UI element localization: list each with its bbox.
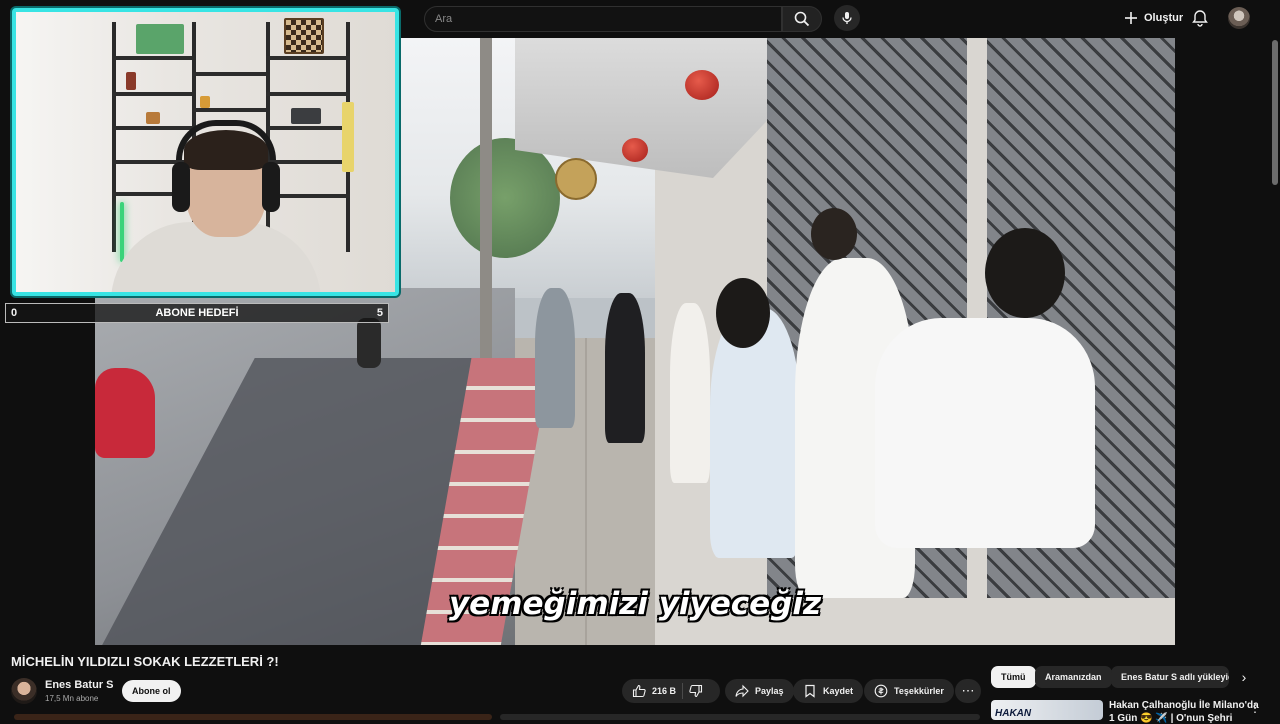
search-button[interactable] <box>782 6 822 32</box>
video-person <box>605 293 645 443</box>
bookmark-icon <box>805 684 815 698</box>
thumbs-down-icon <box>689 684 703 698</box>
video-person-head <box>811 208 857 260</box>
figurine <box>126 72 136 90</box>
share-button[interactable]: Paylaş <box>725 679 794 703</box>
channel-name[interactable]: Enes Batur S <box>45 679 113 691</box>
recommendation-thumbnail[interactable]: HAKAN <box>991 700 1103 720</box>
subscribe-label: Abone ol <box>132 686 171 696</box>
video-lantern <box>685 70 719 100</box>
chessboard <box>284 18 324 54</box>
speaker <box>291 108 321 124</box>
description-strip <box>500 714 980 720</box>
dislike-button[interactable] <box>689 684 703 698</box>
figurine <box>200 96 210 108</box>
shelf <box>192 72 266 76</box>
more-horizontal-icon: ⋯ <box>961 683 975 698</box>
account-avatar[interactable] <box>1228 7 1250 29</box>
led-strip <box>120 202 124 262</box>
yellow-cloth <box>342 102 354 172</box>
video-scooter <box>95 368 155 458</box>
super-thanks-icon <box>874 684 888 698</box>
notifications-button[interactable] <box>1190 8 1210 28</box>
video-person-head <box>985 228 1065 318</box>
webcam-overlay <box>12 8 399 296</box>
shelf <box>266 126 350 130</box>
comment-area-strip <box>14 714 492 720</box>
video-person <box>670 303 710 483</box>
shelf <box>112 56 192 60</box>
like-count: 216 B <box>652 686 677 696</box>
bell-icon <box>1192 10 1208 27</box>
shelf <box>192 108 266 112</box>
create-label: Oluştur <box>1144 12 1184 24</box>
chip-label: Aramanızdan <box>1045 672 1102 682</box>
chip-label: Enes Batur S adlı yükleyici <box>1121 672 1229 682</box>
video-person <box>535 288 575 428</box>
chips-next-button[interactable]: › <box>1233 666 1255 688</box>
headphone-cup-right <box>262 162 280 212</box>
search-icon <box>794 11 810 27</box>
figurine <box>146 112 160 124</box>
plus-icon <box>1125 12 1137 24</box>
shelf <box>112 126 192 130</box>
chip-from-uploader[interactable]: Enes Batur S adlı yükleyici <box>1111 666 1229 688</box>
chevron-right-icon: › <box>1241 669 1247 685</box>
video-motorbike <box>357 318 381 368</box>
more-actions-button[interactable]: ⋯ <box>955 679 981 703</box>
like-button[interactable]: 216 B <box>632 684 676 698</box>
video-tree <box>450 138 560 258</box>
recommendation-title-line2[interactable]: 1 Gün 😎 ✈️ | O'nun Şehri <box>1109 713 1232 724</box>
page-scrollbar-thumb[interactable] <box>1272 40 1278 185</box>
sub-goal-label: ABONE HEDEFİ <box>155 307 239 319</box>
microphone-icon <box>842 12 852 24</box>
video-person-head <box>716 278 770 348</box>
voice-search-button[interactable] <box>834 5 860 31</box>
video-title: MİCHELİN YILDIZLI SOKAK LEZZETLERİ ?! <box>11 654 279 669</box>
shelf <box>266 160 350 164</box>
chip-label: Tümü <box>1001 672 1026 682</box>
save-label: Kaydet <box>823 686 854 696</box>
shelf <box>266 56 350 60</box>
thumbnail-text: HAKAN <box>995 708 1032 719</box>
thanks-button[interactable]: Teşekkürler <box>864 679 954 703</box>
recommendation-title[interactable]: Hakan Çalhanoğlu İle Milano'da <box>1109 700 1259 711</box>
channel-subscriber-count: 17,5 Mn abone <box>45 694 99 703</box>
video-pole <box>480 38 492 358</box>
search-placeholder: Ara <box>435 13 453 25</box>
recommendation-menu-icon[interactable]: ⋮ <box>1249 701 1261 715</box>
shelf <box>266 92 350 96</box>
board-game-box <box>136 24 184 54</box>
create-button[interactable]: Oluştur <box>1116 5 1191 31</box>
video-person <box>875 318 1095 548</box>
shelf <box>112 92 192 96</box>
subscriber-goal-bar: 0 ABONE HEDEFİ 5 <box>5 303 389 323</box>
search-input[interactable]: Ara <box>424 6 782 32</box>
video-round-sign <box>555 158 597 200</box>
like-dislike-group: 216 B <box>622 679 720 703</box>
share-label: Paylaş <box>755 686 784 696</box>
video-person <box>710 308 800 558</box>
save-button[interactable]: Kaydet <box>793 679 864 703</box>
video-lantern <box>622 138 648 162</box>
share-icon <box>735 684 749 698</box>
chip-from-search[interactable]: Aramanızdan <box>1035 666 1112 688</box>
chip-all[interactable]: Tümü <box>991 666 1036 688</box>
video-subtitle: yemeğimizi yiyeceğiz <box>448 586 822 622</box>
subscribe-button[interactable]: Abone ol <box>122 680 181 702</box>
like-divider <box>682 683 684 699</box>
thanks-label: Teşekkürler <box>894 686 944 696</box>
headphone-cup-left <box>172 162 190 212</box>
thumbs-up-icon <box>632 684 646 698</box>
channel-avatar[interactable] <box>11 678 37 704</box>
